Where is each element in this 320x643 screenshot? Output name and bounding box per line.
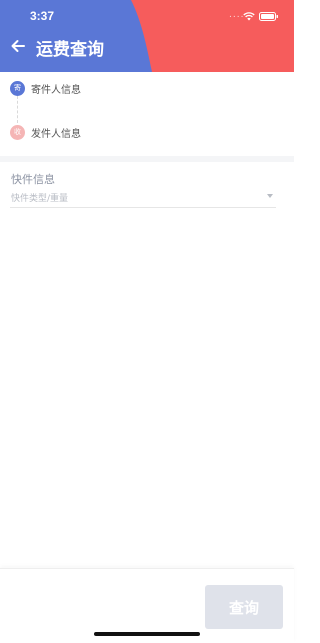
arrow-left-icon[interactable]	[8, 36, 28, 56]
home-indicator	[94, 632, 200, 636]
receiver-info-row[interactable]: 收 发件人信息	[10, 122, 81, 142]
sender-info-row[interactable]: 寄 寄件人信息	[10, 78, 81, 98]
package-type-weight-select[interactable]: 快件类型/重量	[10, 188, 276, 208]
caret-down-icon	[267, 194, 273, 198]
sender-info-label: 寄件人信息	[31, 84, 81, 96]
status-bar: 3:37 ....	[0, 0, 294, 30]
package-select-placeholder: 快件类型/重量	[11, 194, 69, 204]
wifi-icon	[243, 12, 255, 21]
status-time: 3:37	[30, 9, 55, 23]
receiver-info-label: 发件人信息	[31, 128, 81, 140]
nav-bar: 运费查询	[0, 32, 294, 62]
page-title: 运费查询	[36, 40, 104, 60]
header: 3:37 .... 运费查询	[0, 0, 294, 72]
address-section: 寄 寄件人信息 收 发件人信息	[0, 72, 294, 156]
receiver-badge: 收	[10, 124, 25, 140]
sender-badge: 寄	[10, 80, 25, 96]
battery-icon	[259, 12, 278, 21]
query-button[interactable]: 查询	[205, 585, 283, 629]
package-info-title: 快件信息	[11, 173, 55, 186]
package-section: 快件信息 快件类型/重量	[0, 162, 294, 222]
address-connector	[17, 96, 18, 123]
